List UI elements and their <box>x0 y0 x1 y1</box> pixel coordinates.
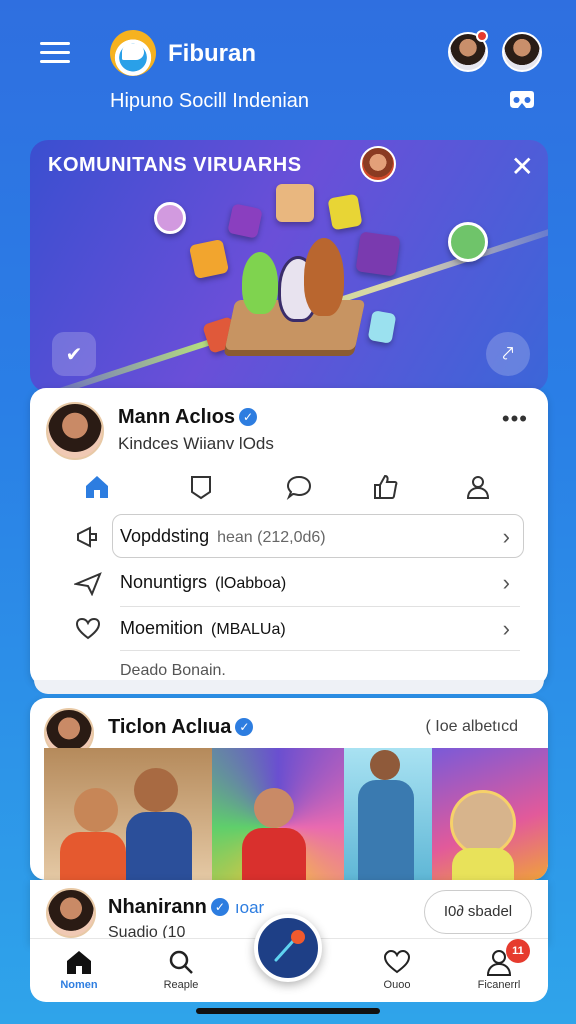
chevron-right-icon: › <box>502 570 510 595</box>
avatar-bubble-icon <box>154 202 186 234</box>
chest-bubble-icon <box>448 222 488 262</box>
character-cube-icon <box>276 184 314 222</box>
photo-cube-icon <box>327 193 363 231</box>
person-shirt <box>358 780 414 880</box>
hamburger-menu-icon[interactable] <box>40 42 70 66</box>
author-avatar[interactable] <box>46 888 96 938</box>
divider <box>120 650 520 651</box>
menu-item-2[interactable]: Moemition (MBALUa) › <box>74 606 520 650</box>
chevron-right-icon: › <box>502 616 510 641</box>
kid-face <box>134 768 178 812</box>
home-icon[interactable] <box>82 472 112 502</box>
author-avatar[interactable] <box>46 402 104 460</box>
menu-item-detail: hean (212,0d6) <box>217 529 326 546</box>
author-handle: Kindces Wiianv lOds <box>118 434 274 453</box>
kid-shirt <box>126 812 192 880</box>
author-name[interactable]: Mann Aclıos ✓ <box>118 406 258 429</box>
menu-item-detail: (lOabboa) <box>215 575 287 592</box>
menu-item-label: Nonuntigrs <box>120 572 208 592</box>
vr-headset-icon[interactable] <box>508 90 536 110</box>
create-post-button[interactable] <box>254 914 322 982</box>
verified-badge-icon: ✓ <box>235 718 254 736</box>
post-action-bar <box>70 472 510 504</box>
purple-box-icon <box>355 231 401 277</box>
chevron-right-icon: › <box>502 524 510 549</box>
more-options-icon[interactable]: ••• <box>502 406 528 432</box>
check-tool-icon[interactable]: ✔ <box>52 332 96 376</box>
photo-teacher[interactable] <box>344 748 432 880</box>
bear-character <box>304 238 344 316</box>
megaphone-icon <box>77 526 97 548</box>
home-icon <box>67 951 91 974</box>
nav-label: Ouoo <box>383 979 411 991</box>
menu-item-0[interactable]: Vopddsting hean (212,0d6) › <box>74 514 524 558</box>
heart-outline-icon <box>75 617 101 640</box>
community-banner[interactable]: KOMUNITANS VIRUARHS ✕ ✔ ⤤ <box>30 140 548 392</box>
post-card: Ticlon Aclıua ✓ ( Ioe albetıcd <box>30 698 548 880</box>
search-icon <box>169 950 193 974</box>
photo-colorful[interactable] <box>212 748 344 880</box>
verified-badge-icon: ✓ <box>239 408 258 426</box>
app-subtitle: Hipuno Socill Indenian <box>110 90 310 112</box>
author-name[interactable]: Ticlon Aclıua ✓ <box>108 716 254 739</box>
author-name[interactable]: Nhanirann ✓ ıoar <box>108 896 264 919</box>
home-indicator <box>196 1008 380 1014</box>
nav-home[interactable]: Nomen <box>44 947 114 991</box>
photo-portrait[interactable] <box>432 748 548 880</box>
like-icon[interactable] <box>370 472 400 502</box>
profile-avatar[interactable] <box>502 32 542 72</box>
nav-label: Reaple <box>163 979 199 991</box>
add-friend-icon[interactable] <box>464 472 494 502</box>
menu-item-detail: (MBALUa) <box>211 621 286 638</box>
author-label: ıoar <box>234 898 265 917</box>
app-logo <box>110 30 156 76</box>
nav-label: Ficanerrl <box>477 979 521 991</box>
cube-icon <box>227 203 263 239</box>
notification-badge <box>476 30 488 42</box>
bookmark-icon[interactable] <box>186 472 216 502</box>
game-cube-icon <box>188 238 230 280</box>
share-icon[interactable]: ⤤ <box>486 332 530 376</box>
plane-icon <box>74 572 102 596</box>
notification-count-badge: 11 <box>506 939 530 963</box>
person-face <box>370 750 400 780</box>
menu-item-label: Moemition <box>120 618 204 638</box>
kid-shirt <box>60 832 126 880</box>
banner-user-avatar[interactable] <box>360 146 396 182</box>
menu-item-1[interactable]: Nonuntigrs (lOabboa) › <box>74 560 520 604</box>
post-card: Mann Aclıos ✓ Kindces Wiianv lOds ••• Vop… <box>30 388 548 686</box>
heart-icon <box>383 949 411 974</box>
nav-search[interactable]: Reaple <box>146 947 216 991</box>
post-footer-text: Deado Bonain. <box>120 662 226 679</box>
top-bar: Fiburan Hipuno Socill Indenian <box>0 0 576 130</box>
app-name: Fiburan <box>168 40 256 67</box>
portrait-frame <box>450 790 516 856</box>
banner-title: KOMUNITANS VIRUARHS <box>48 154 302 176</box>
green-character <box>242 252 278 314</box>
nav-activity[interactable]: Ouoo <box>362 947 432 991</box>
kid-shirt <box>242 828 306 880</box>
kid-shirt <box>452 848 514 880</box>
nav-profile[interactable]: 11 Ficanerrl <box>464 939 534 991</box>
compose-icon <box>274 930 305 962</box>
comment-icon[interactable] <box>284 472 314 502</box>
action-chip[interactable]: I0∂ sbadel <box>424 890 532 934</box>
kid-face <box>74 788 118 832</box>
nav-label: Nomen <box>60 979 98 991</box>
close-icon[interactable]: ✕ <box>511 150 534 183</box>
post-meta: ( Ioe albetıcd <box>425 718 519 735</box>
card-stack-edge <box>34 680 544 694</box>
verified-badge-icon: ✓ <box>210 898 229 916</box>
photo-classroom[interactable] <box>44 748 212 880</box>
card-cube-icon <box>367 310 397 344</box>
menu-item-label: Vopddsting <box>120 526 210 546</box>
kid-face <box>254 788 294 828</box>
